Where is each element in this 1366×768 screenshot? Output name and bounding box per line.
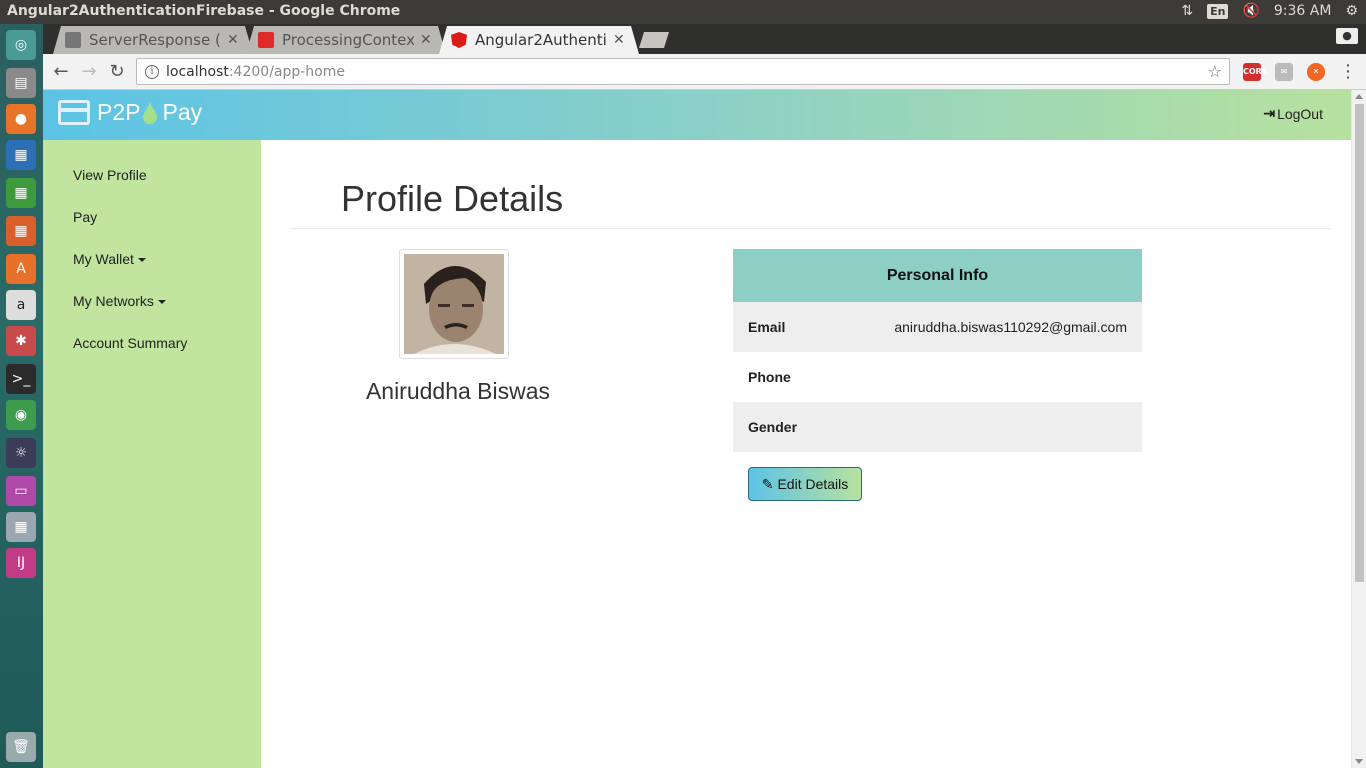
firefox-icon[interactable]: ● [6,104,36,134]
app-header: P2P Pay ⇥ LogOut [43,90,1351,140]
window-title: Angular2AuthenticationFirebase - Google … [7,3,401,19]
url-host: localhost [166,63,229,80]
eclipse-icon[interactable]: ☼ [6,438,36,468]
table-row: Phone [733,352,1142,402]
sidebar-item-view-profile[interactable]: View Profile [73,167,147,183]
os-top-bar: Angular2AuthenticationFirebase - Google … [0,0,1366,24]
avatar [399,249,509,359]
credit-card-icon [58,100,90,125]
tab-label: Angular2Authentic [475,31,607,49]
table-row: Gender [733,402,1142,452]
amazon-icon[interactable]: a [6,290,36,320]
trash-icon[interactable]: 🗑 [6,732,36,762]
writer-icon[interactable]: ▦ [6,140,36,170]
sidebar-item-label: View Profile [73,167,147,183]
page-scrollbar[interactable] [1351,90,1366,768]
sidebar-item-my-wallet[interactable]: My Wallet [73,251,146,267]
impress-icon[interactable]: ▦ [6,216,36,246]
tab-angular2-authentication[interactable]: Angular2Authentic ✕ [439,26,639,54]
row-value: aniruddha.biswas110292@gmail.com [894,319,1127,335]
ubuntu-launcher: ◎ ▤ ● ▦ ▦ ▦ A a ✱ >_ ◉ ☼ ▭ ▦ IJ 🗑 [0,24,43,768]
logout-button[interactable]: ⇥ LogOut [1263,105,1323,122]
system-tray: ⇅ En 🔇 9:36 AM ⚙ [1181,3,1358,19]
orange-extension-icon[interactable]: ✕ [1307,63,1325,81]
angular-icon [451,32,467,48]
scrollbar-thumb[interactable] [1355,104,1364,582]
oracle-icon [258,32,274,48]
brand-right: Pay [162,99,203,125]
sidebar-item-pay[interactable]: Pay [73,209,97,225]
workspace-icon[interactable]: ▭ [6,476,36,506]
tab-label: ServerResponse (R [89,31,221,49]
keyboard-language[interactable]: En [1207,3,1229,19]
sidebar-item-label: My Networks [73,293,154,309]
jboss-icon [65,32,81,48]
intellij-icon[interactable]: IJ [6,548,36,578]
personal-info-table: Personal Info Email aniruddha.biswas1102… [733,249,1142,452]
profile-photo [404,254,504,354]
url-path: :4200/app-home [228,63,345,80]
row-label: Gender [748,419,798,435]
table-header: Personal Info [733,249,1142,302]
tab-label: ProcessingContext [282,31,414,49]
browser-tab-strip: ServerResponse (R ✕ ProcessingContext ✕ … [43,24,1366,54]
forward-arrow-icon[interactable]: → [77,60,101,84]
caret-down-icon [157,300,166,305]
network-icon[interactable]: ⇅ [1181,3,1193,19]
address-bar[interactable]: i localhost:4200/app-home ☆ [136,58,1230,85]
volume-muted-icon[interactable]: 🔇 [1242,3,1259,19]
logout-label: LogOut [1277,105,1323,122]
logout-icon: ⇥ [1263,105,1276,121]
calc-icon[interactable]: ▦ [6,178,36,208]
brand-left: P2P [97,99,141,125]
cors-extension-icon[interactable]: CORS [1243,63,1268,81]
terminal-icon[interactable]: >_ [6,364,36,394]
back-arrow-icon[interactable]: ← [49,60,73,84]
divider [291,228,1331,229]
profile-icon[interactable]: ● [1336,28,1358,44]
person-photo-icon [404,254,504,354]
user-name: Aniruddha Biswas [365,378,551,404]
row-label: Phone [748,369,791,385]
tab-server-response[interactable]: ServerResponse (R ✕ [53,26,253,54]
dash-icon[interactable]: ◎ [6,30,36,60]
chrome-icon[interactable]: ◉ [6,400,36,430]
scroll-up-arrow-icon[interactable] [1355,94,1363,99]
water-drop-icon [143,101,158,124]
chrome-menu-icon[interactable]: ⋮ [1336,60,1360,84]
brand-logo[interactable]: P2P Pay [58,99,202,126]
spreadsheet-icon[interactable]: ▦ [6,512,36,542]
bookmark-star-icon[interactable]: ☆ [1208,62,1222,81]
sidebar-item-my-networks[interactable]: My Networks [73,293,166,309]
sidebar-item-label: Pay [73,209,98,225]
software-center-icon[interactable]: A [6,254,36,284]
clock[interactable]: 9:36 AM [1274,3,1332,19]
browser-toolbar: ← → ↻ i localhost:4200/app-home ☆ CORS ✉… [43,54,1366,90]
pencil-icon: ✎ [761,475,774,492]
edit-details-button[interactable]: ✎ Edit Details [748,467,862,501]
info-icon[interactable]: i [145,64,159,79]
sidebar-item-account-summary[interactable]: Account Summary [73,335,187,351]
mail-extension-icon[interactable]: ✉ [1275,63,1293,81]
close-tab-icon[interactable]: ✕ [613,32,625,48]
tab-processing-context[interactable]: ProcessingContext ✕ [246,26,446,54]
settings-gear-icon[interactable]: ⚙ [1345,3,1358,19]
edit-details-label: Edit Details [777,476,849,492]
scroll-down-arrow-icon[interactable] [1355,759,1363,764]
table-row: Email aniruddha.biswas110292@gmail.com [733,302,1142,352]
row-label: Email [748,319,786,335]
page-title: Profile Details [341,178,564,219]
sidebar-item-label: My Wallet [73,251,134,267]
close-tab-icon[interactable]: ✕ [227,32,239,48]
sidebar: View Profile Pay My Wallet My Networks A… [43,140,261,768]
close-tab-icon[interactable]: ✕ [420,32,432,48]
new-tab-button[interactable] [639,32,669,48]
system-settings-icon[interactable]: ✱ [6,326,36,356]
sidebar-item-label: Account Summary [73,335,188,351]
files-icon[interactable]: ▤ [6,68,36,98]
reload-icon[interactable]: ↻ [105,60,129,84]
caret-down-icon [137,258,146,263]
web-page: P2P Pay ⇥ LogOut View Profile Pay My Wal… [43,90,1351,768]
